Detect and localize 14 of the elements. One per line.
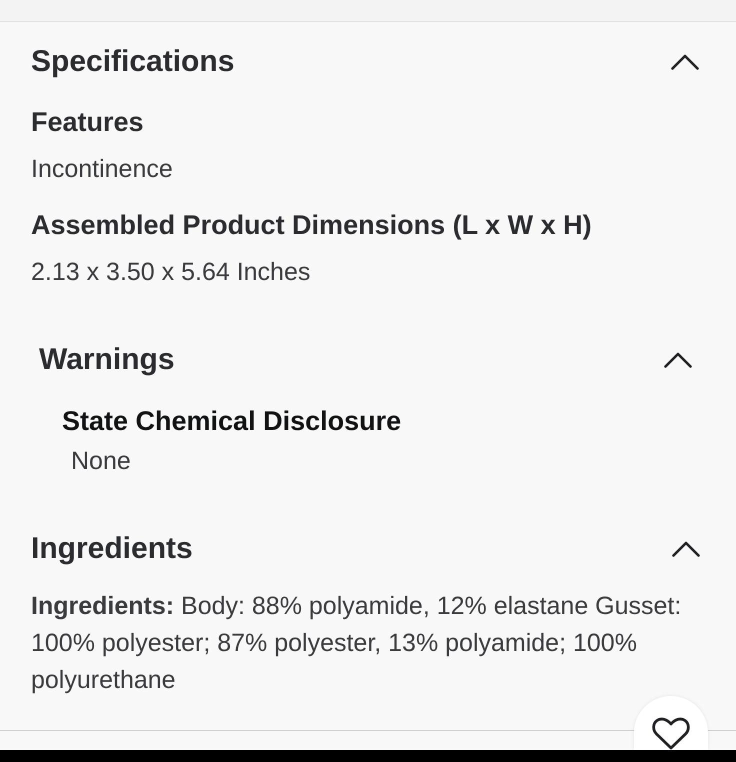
chevron-up-icon[interactable] bbox=[664, 352, 692, 368]
chevron-up-icon[interactable] bbox=[672, 541, 700, 557]
spec-label: Features bbox=[31, 107, 144, 137]
spec-value: 2.13 x 3.50 x 5.64 Inches bbox=[31, 258, 310, 286]
spec-label: Assembled Product Dimensions (L x W x H) bbox=[31, 210, 592, 240]
section-heading: Warnings bbox=[39, 342, 175, 378]
warning-label: State Chemical Disclosure bbox=[62, 406, 402, 436]
warning-value: None bbox=[71, 447, 131, 475]
ingredients-text: Ingredients: Body: 88% polyamide, 12% elastane Gusset: 100% polyester; 87% polyester, 13% polyamide; 100% polyurethane bbox=[31, 591, 682, 696]
favorite-button[interactable] bbox=[634, 696, 708, 750]
chevron-up-icon[interactable] bbox=[671, 54, 699, 70]
section-heading: Ingredients bbox=[31, 531, 193, 567]
spec-value: Incontinence bbox=[31, 155, 173, 183]
section-heading: Specifications bbox=[31, 44, 234, 80]
